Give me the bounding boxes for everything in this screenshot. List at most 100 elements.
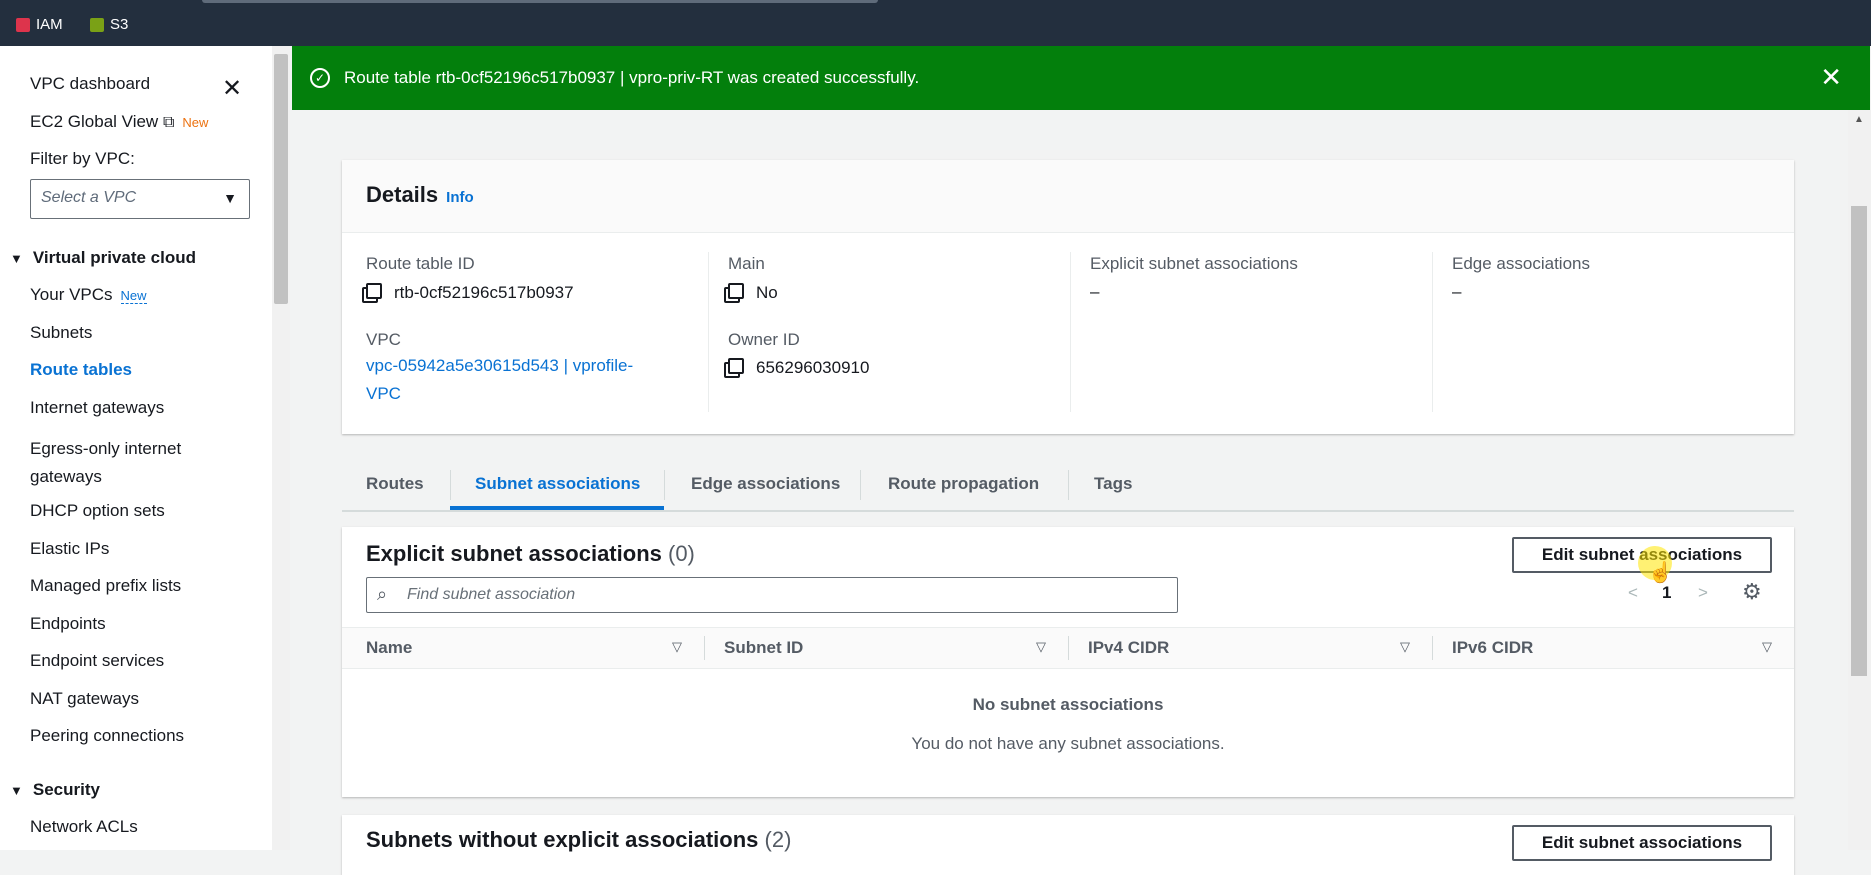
sidebar-item-nat-gateways[interactable]: NAT gateways	[30, 689, 139, 709]
main-value: No	[728, 282, 778, 303]
info-link[interactable]: Info	[446, 189, 474, 206]
caret-down-icon: ▼	[223, 190, 237, 206]
vpc-label: VPC	[366, 330, 401, 349]
column-divider[interactable]	[704, 636, 705, 660]
subnets-without-explicit-associations-panel: Subnets without explicit associations (2…	[342, 815, 1794, 875]
edit-subnet-associations-button[interactable]: Edit subnet associations	[1512, 825, 1772, 861]
sidebar-item-your-vpcs[interactable]: Your VPCs New	[30, 285, 147, 305]
search-icon: ⌕	[377, 584, 388, 604]
copy-icon[interactable]	[728, 358, 744, 374]
tab-divider	[450, 470, 451, 500]
main-label: Main	[728, 254, 765, 273]
column-divider	[708, 252, 709, 412]
column-header-ipv4-cidr[interactable]: IPv4 CIDR	[1088, 638, 1169, 658]
success-flashbar: ✓ Route table rtb-0cf52196c517b0937 | vp…	[292, 46, 1870, 110]
vpc-link-line1: vpc-05942a5e30615d543 | vprofile-	[366, 356, 634, 375]
top-navigation-bar: IAM S3	[0, 0, 1871, 46]
gear-icon[interactable]: ⚙	[1742, 579, 1762, 605]
sidebar-item-ec2-global-view[interactable]: EC2 Global View ⧉ New	[30, 112, 208, 132]
subnet-count: (2)	[764, 827, 792, 852]
filter-by-vpc-label: Filter by VPC:	[30, 149, 135, 168]
iam-service-icon	[16, 17, 30, 32]
external-link-icon: ⧉	[162, 114, 175, 131]
caret-down-icon: ▼	[10, 783, 23, 798]
section-security[interactable]: ▼ Security	[10, 780, 100, 800]
edge-associations-value: –	[1452, 282, 1462, 301]
tab-tags[interactable]: Tags	[1094, 474, 1132, 494]
tab-subnet-associations[interactable]: Subnet associations	[475, 474, 640, 494]
favorite-s3-label: S3	[110, 16, 129, 33]
favorite-iam-label: IAM	[36, 16, 63, 33]
sidebar-scrollbar-thumb[interactable]	[274, 54, 288, 304]
new-badge: New	[120, 288, 147, 304]
sort-icon[interactable]: ▽	[1762, 639, 1772, 655]
copy-icon[interactable]	[366, 283, 382, 299]
section-virtual-private-cloud[interactable]: ▼ Virtual private cloud	[10, 248, 196, 268]
sidebar-item-network-acls[interactable]: Network ACLs	[30, 817, 138, 837]
sidebar-item-label: Your VPCs	[30, 285, 113, 304]
s3-service-icon	[90, 17, 104, 32]
close-icon[interactable]: ✕	[222, 74, 242, 103]
association-count: (0)	[668, 541, 695, 566]
detail-tabs: Routes Subnet associations Edge associat…	[342, 460, 1794, 512]
empty-state-description: You do not have any subnet associations.	[911, 734, 1225, 753]
favorite-s3[interactable]: S3	[90, 16, 128, 33]
tab-routes[interactable]: Routes	[366, 474, 424, 494]
page-number[interactable]: 1	[1662, 583, 1671, 603]
sidebar-item-internet-gateways[interactable]: Internet gateways	[30, 398, 164, 418]
sort-icon[interactable]: ▽	[672, 639, 682, 655]
sidebar-item-managed-prefix-lists[interactable]: Managed prefix lists	[30, 576, 181, 596]
column-divider[interactable]	[1432, 636, 1433, 660]
sort-icon[interactable]: ▽	[1036, 639, 1046, 655]
explicit-associations-label: Explicit subnet associations	[1090, 254, 1298, 273]
next-page-icon[interactable]: >	[1698, 583, 1708, 603]
previous-page-icon[interactable]: <	[1628, 583, 1638, 603]
global-search-input[interactable]	[202, 0, 878, 3]
panel-title: Details	[366, 182, 439, 207]
column-header-name[interactable]: Name	[366, 638, 412, 658]
tab-divider	[860, 470, 861, 500]
sidebar-scrollbar[interactable]	[272, 46, 290, 850]
main-scrollbar[interactable]: ▲	[1848, 110, 1871, 850]
owner-id-label: Owner ID	[728, 330, 800, 349]
explicit-subnet-associations-panel: Explicit subnet associations (0) Edit su…	[342, 527, 1794, 797]
pointer-hand-icon: ☝	[1648, 562, 1673, 584]
empty-state-title: No subnet associations	[972, 695, 1164, 714]
vpc-link[interactable]: vpc-05942a5e30615d543 | vprofile- VPC	[366, 352, 686, 408]
find-subnet-association-input[interactable]: ⌕ Find subnet association	[366, 577, 1178, 613]
main-value-text: No	[756, 283, 778, 302]
sidebar-item-subnets[interactable]: Subnets	[30, 323, 92, 343]
column-header-ipv6-cidr[interactable]: IPv6 CIDR	[1452, 638, 1533, 658]
tab-divider	[664, 470, 665, 500]
subnets-without-associations-title: Subnets without explicit associations (2…	[366, 827, 791, 853]
check-circle-icon: ✓	[310, 68, 330, 88]
sidebar-item-vpc-dashboard[interactable]: VPC dashboard	[30, 74, 150, 94]
details-header: Details Info	[342, 160, 1794, 233]
column-divider[interactable]	[1068, 636, 1069, 660]
dismiss-flash-button[interactable]: ✕	[1820, 62, 1842, 93]
favorite-iam[interactable]: IAM	[16, 16, 63, 33]
sidebar-item-endpoint-services[interactable]: Endpoint services	[30, 651, 164, 671]
vpc-filter-select[interactable]: Select a VPC ▼	[30, 179, 250, 219]
main-scrollbar-thumb[interactable]	[1851, 206, 1867, 676]
active-tab-indicator	[450, 506, 664, 510]
sidebar-item-endpoints[interactable]: Endpoints	[30, 614, 106, 634]
sidebar-item-route-tables[interactable]: Route tables	[30, 360, 132, 380]
sidebar-item-elastic-ips[interactable]: Elastic IPs	[30, 539, 109, 559]
column-header-subnet-id[interactable]: Subnet ID	[724, 638, 803, 658]
scroll-up-icon[interactable]: ▲	[1854, 114, 1864, 125]
copy-icon[interactable]	[728, 283, 744, 299]
sidebar-item-peering-connections[interactable]: Peering connections	[30, 726, 184, 746]
sidebar-item-dhcp-option-sets[interactable]: DHCP option sets	[30, 501, 165, 521]
tab-route-propagation[interactable]: Route propagation	[888, 474, 1039, 494]
flash-message: Route table rtb-0cf52196c517b0937 | vpro…	[344, 68, 920, 87]
sidebar-item-egress-only-internet-gateways[interactable]: Egress-only internet gateways	[30, 435, 220, 491]
sort-icon[interactable]: ▽	[1400, 639, 1410, 655]
new-badge: New	[182, 115, 209, 130]
column-divider	[1432, 252, 1433, 412]
tab-divider	[1068, 470, 1069, 500]
tab-edge-associations[interactable]: Edge associations	[691, 474, 840, 494]
caret-down-icon: ▼	[10, 251, 23, 266]
table-header: Name ▽ Subnet ID ▽ IPv4 CIDR ▽ IPv6 CIDR…	[342, 627, 1794, 669]
panel-title: Explicit subnet associations	[366, 541, 662, 566]
